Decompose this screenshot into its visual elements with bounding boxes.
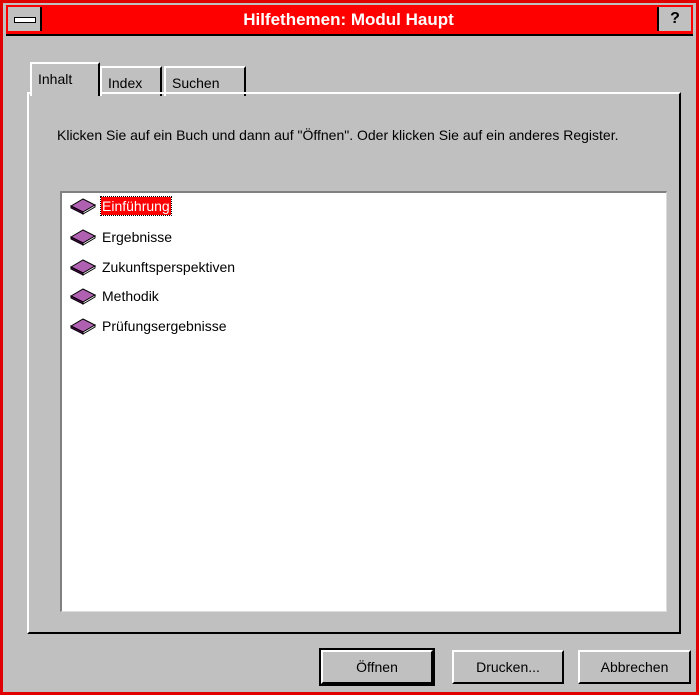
list-item-label: Ergebnisse: [102, 229, 173, 245]
title-separator: [6, 34, 693, 36]
tab-inhalt[interactable]: Inhalt: [30, 62, 100, 96]
list-item-label: Zukunftsperspektiven: [102, 259, 236, 275]
list-item-label: Prüfungsergebnisse: [102, 318, 227, 334]
book-icon: [69, 318, 97, 335]
list-item-label: Einführung: [100, 196, 172, 216]
list-item-ergebnisse[interactable]: Ergebnisse: [69, 226, 173, 248]
open-button[interactable]: Öffnen: [319, 648, 435, 686]
list-item-methodik[interactable]: Methodik: [69, 285, 160, 307]
book-icon: [69, 288, 97, 305]
list-item-label: Methodik: [102, 288, 159, 304]
help-topics-window: Hilfethemen: Modul Haupt ? Inhalt Index …: [0, 0, 699, 695]
tab-inhalt-label: Inhalt: [38, 71, 73, 87]
list-item-einfuehrung[interactable]: Einführung: [69, 195, 172, 217]
book-icon: [69, 198, 97, 215]
help-icon[interactable]: ?: [657, 7, 691, 31]
cancel-button[interactable]: Abbrechen: [578, 650, 691, 684]
tab-suchen-label: Suchen: [172, 75, 220, 91]
book-list[interactable]: Einführung Ergebnisse Zukunftsperspektiv…: [60, 191, 667, 612]
system-menu-icon[interactable]: [8, 7, 42, 31]
contents-panel: Klicken Sie auf ein Buch und dann auf "Ö…: [27, 92, 681, 634]
print-button[interactable]: Drucken...: [452, 650, 564, 684]
list-item-zukunftsperspektiven[interactable]: Zukunftsperspektiven: [69, 256, 236, 278]
title-bar[interactable]: Hilfethemen: Modul Haupt ?: [6, 5, 693, 34]
tab-index-label: Index: [108, 75, 143, 91]
book-icon: [69, 259, 97, 276]
book-icon: [69, 229, 97, 246]
list-item-pruefungsergebnisse[interactable]: Prüfungsergebnisse: [69, 315, 228, 337]
window-title: Hilfethemen: Modul Haupt: [243, 10, 454, 29]
instruction-text: Klicken Sie auf ein Buch und dann auf "Ö…: [57, 127, 619, 143]
